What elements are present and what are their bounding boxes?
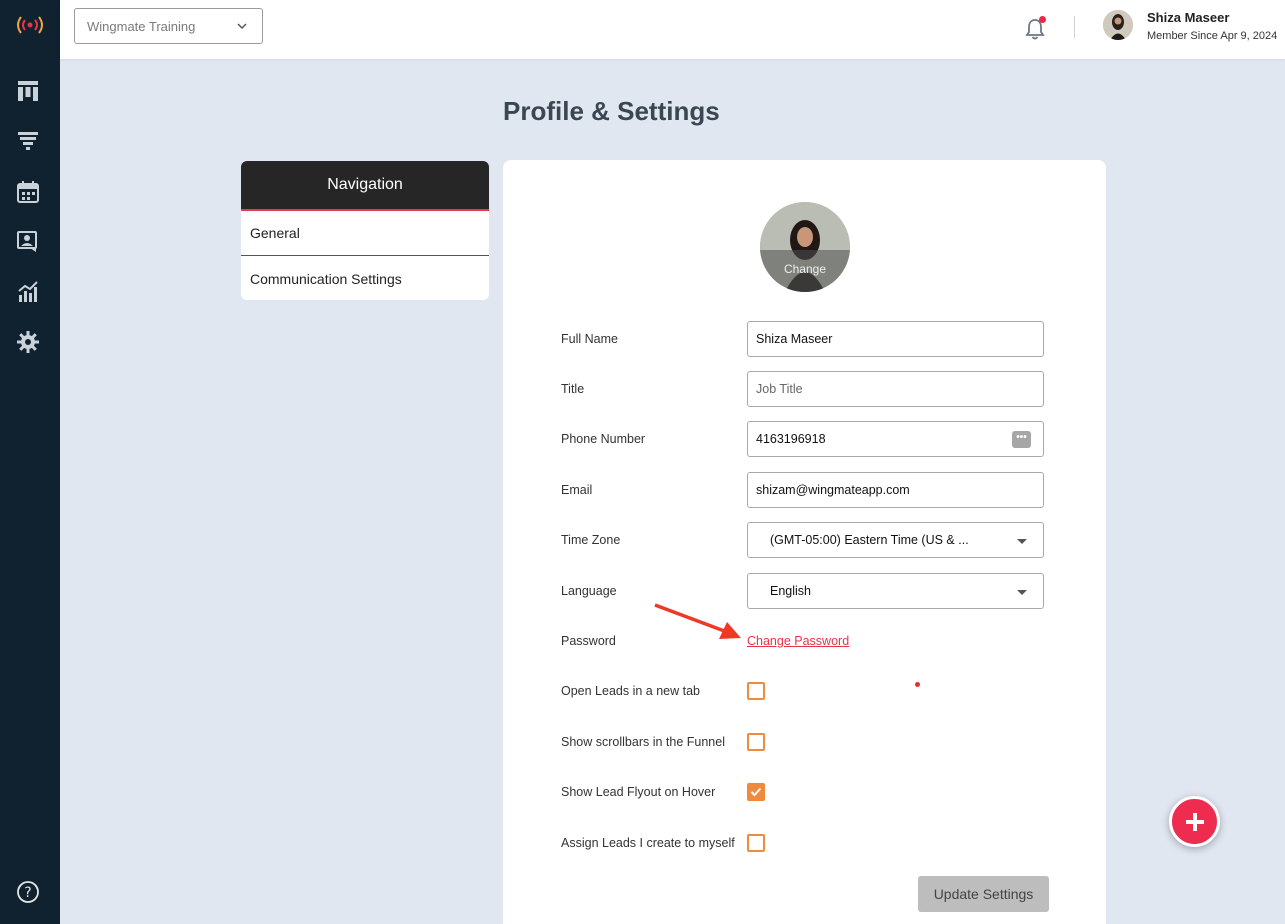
annotation-arrow-icon — [654, 603, 741, 639]
job-title-input[interactable]: Job Title — [747, 371, 1044, 407]
svg-text:?: ? — [24, 885, 31, 901]
chevron-down-icon — [237, 23, 247, 30]
calendar-icon[interactable] — [15, 179, 41, 205]
dropdown-caret-icon — [1017, 539, 1027, 544]
checkmark-icon — [750, 787, 762, 797]
page-title: Profile & Settings — [503, 96, 720, 126]
language-select[interactable]: English — [747, 573, 1044, 609]
plus-icon — [1185, 812, 1204, 831]
phone-input[interactable]: 4163196918 ••• — [747, 421, 1044, 457]
notifications-bell-icon[interactable] — [1025, 16, 1047, 40]
open-leads-new-tab-label: Open Leads in a new tab — [561, 684, 700, 698]
show-scrollbars-checkbox[interactable] — [747, 733, 765, 751]
update-settings-button[interactable]: Update Settings — [918, 876, 1049, 912]
add-button[interactable] — [1169, 796, 1220, 847]
change-password-link[interactable]: Change Password — [747, 634, 849, 648]
help-icon[interactable]: ? — [15, 879, 41, 905]
email-label: Email — [561, 483, 593, 497]
assign-leads-myself-checkbox[interactable] — [747, 834, 765, 852]
member-since: Member Since Apr 9, 2024 — [1147, 30, 1278, 42]
language-label: Language — [561, 584, 617, 598]
full-name-input[interactable]: Shiza Maseer — [747, 321, 1044, 357]
organization-select-value: Wingmate Training — [87, 18, 196, 34]
assign-leads-myself-label: Assign Leads I create to myself — [561, 836, 735, 850]
profile-settings-card: Change Full Name Shiza Maseer Title Job … — [503, 160, 1106, 924]
notification-badge — [1039, 16, 1046, 23]
settings-navigation: Navigation General Communication Setting… — [241, 161, 489, 300]
organization-select[interactable]: Wingmate Training — [74, 8, 263, 44]
funnel-icon[interactable] — [15, 128, 41, 154]
analytics-icon[interactable] — [15, 279, 41, 305]
password-label: Password — [561, 634, 616, 648]
user-name: Shiza Maseer — [1147, 10, 1230, 25]
user-avatar[interactable] — [1103, 10, 1133, 40]
gear-icon[interactable] — [15, 329, 41, 355]
sidebar: ? — [0, 0, 60, 924]
profile-photo[interactable]: Change — [760, 202, 850, 292]
phone-value: 4163196918 — [756, 432, 826, 446]
lead-flyout-hover-checkbox[interactable] — [747, 783, 765, 801]
contacts-icon[interactable] — [15, 229, 41, 255]
nav-item-general[interactable]: General — [241, 211, 489, 256]
dropdown-caret-icon — [1017, 590, 1027, 595]
top-bar: Wingmate Training Shiza Maseer Member Si… — [60, 0, 1285, 59]
language-value: English — [770, 584, 811, 598]
time-zone-select[interactable]: (GMT-05:00) Eastern Time (US & ... — [747, 522, 1044, 558]
board-icon[interactable] — [15, 78, 41, 104]
navigation-heading: Navigation — [241, 161, 489, 211]
app-logo-icon[interactable] — [0, 0, 60, 50]
email-input[interactable]: shizam@wingmateapp.com — [747, 472, 1044, 508]
show-scrollbars-label: Show scrollbars in the Funnel — [561, 735, 725, 749]
divider — [1074, 16, 1075, 38]
cursor-dot — [915, 682, 920, 687]
change-photo-label: Change — [760, 250, 850, 292]
nav-item-communication-settings[interactable]: Communication Settings — [241, 256, 489, 300]
open-leads-new-tab-checkbox[interactable] — [747, 682, 765, 700]
phone-options-icon[interactable]: ••• — [1012, 431, 1031, 448]
phone-label: Phone Number — [561, 432, 646, 446]
time-zone-value: (GMT-05:00) Eastern Time (US & ... — [770, 533, 969, 547]
lead-flyout-hover-label: Show Lead Flyout on Hover — [561, 785, 716, 799]
title-label: Title — [561, 382, 585, 396]
full-name-label: Full Name — [561, 332, 618, 346]
time-zone-label: Time Zone — [561, 533, 621, 547]
